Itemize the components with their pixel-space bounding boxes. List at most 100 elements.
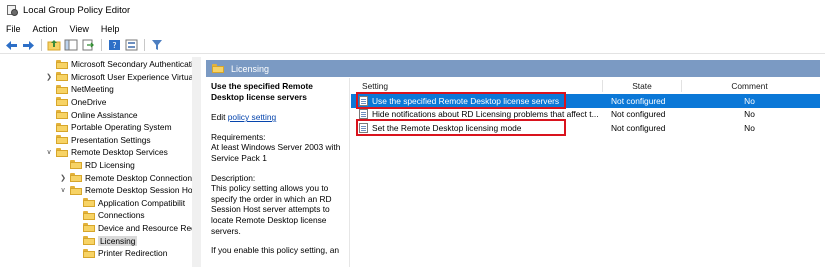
tree-item-label: Online Assistance	[71, 109, 138, 120]
properties-icon[interactable]	[124, 39, 138, 52]
setting-cell: Use the specified Remote Desktop license…	[359, 94, 604, 108]
tree-item-label: Presentation Settings	[71, 134, 151, 145]
setting-cell: Set the Remote Desktop licensing mode	[359, 121, 604, 135]
description-pane: Use the specified Remote Desktop license…	[206, 78, 350, 267]
tree-item[interactable]: Presentation Settings	[45, 134, 151, 146]
expand-chevron-icon[interactable]: ❯	[59, 174, 67, 182]
tree-item[interactable]: ∨ Remote Desktop Session Ho	[59, 184, 193, 196]
folder-icon	[56, 135, 68, 145]
comment-cell: No	[744, 95, 755, 106]
folder-icon	[56, 147, 68, 157]
folder-icon	[70, 160, 82, 170]
tree-item[interactable]: OneDrive	[45, 96, 106, 108]
tree-item[interactable]: Printer Redirection	[72, 247, 167, 259]
tree-item-label: Microsoft User Experience Virtua	[71, 71, 194, 82]
setting-cell: Hide notifications about RD Licensing pr…	[359, 108, 604, 122]
description-label: Description:	[211, 172, 256, 183]
tree-item[interactable]: ❯ Microsoft User Experience Virtua	[45, 71, 193, 83]
folder-icon	[56, 110, 68, 120]
policy-tree: Microsoft Secondary Authenticati ❯ Microso…	[0, 57, 201, 267]
column-header-setting[interactable]: Setting	[362, 78, 602, 93]
settings-list: Setting State Comment Use the specified …	[351, 78, 820, 267]
comment-cell: No	[744, 122, 755, 133]
edit-prefix: Edit	[211, 112, 228, 123]
toolbar-separator	[144, 39, 145, 51]
menu-view[interactable]: View	[70, 24, 89, 34]
requirements-label: Requirements:	[211, 131, 266, 142]
folder-icon	[70, 173, 82, 183]
requirements-text: At least Windows Server 2003 with Servic…	[211, 142, 341, 163]
tree-item[interactable]: RD Licensing	[59, 159, 135, 171]
policy-row[interactable]: Set the Remote Desktop licensing mode Not…	[351, 121, 820, 135]
policy-row[interactable]: Use the specified Remote Desktop license…	[351, 94, 820, 108]
tree-item[interactable]: Portable Operating System	[45, 121, 172, 133]
collapse-chevron-icon[interactable]: ∨	[59, 186, 67, 194]
window-title: Local Group Policy Editor	[23, 4, 131, 16]
title-bar: Local Group Policy Editor	[0, 0, 825, 20]
folder-icon	[70, 185, 82, 195]
tree-item[interactable]: Microsoft Secondary Authenticati	[45, 58, 193, 70]
tree-item-label: Licensing	[98, 235, 138, 246]
state-cell: Not configured	[611, 109, 666, 120]
tree-item[interactable]: Connections	[72, 209, 145, 221]
tree-item[interactable]: Application Compatibilit	[72, 197, 185, 209]
column-header-comment[interactable]: Comment	[682, 78, 817, 93]
policy-setting-icon	[359, 109, 368, 120]
menu-bar: File Action View Help	[0, 21, 131, 36]
tree-item-label: Remote Desktop Session Ho	[85, 185, 193, 196]
tree-item-label: NetMeeting	[71, 84, 114, 95]
policy-setting-icon	[359, 95, 368, 106]
tree-item[interactable]: ∨ Remote Desktop Services	[45, 146, 167, 158]
tree-item-label: Microsoft Secondary Authenticati	[71, 59, 193, 70]
app-window: Local Group Policy Editor File Action Vi…	[0, 0, 825, 267]
toolbar-separator	[101, 39, 102, 51]
export-list-icon[interactable]	[81, 39, 95, 52]
folder-icon	[56, 72, 68, 82]
back-arrow-icon[interactable]	[4, 39, 18, 52]
folder-icon	[83, 223, 95, 233]
up-folder-icon[interactable]	[47, 39, 61, 52]
menu-action[interactable]: Action	[33, 24, 58, 34]
tree-scrollbar[interactable]	[192, 57, 201, 267]
policy-row[interactable]: Hide notifications about RD Licensing pr…	[351, 108, 820, 122]
menu-file[interactable]: File	[6, 24, 21, 34]
folder-icon	[83, 248, 95, 258]
edit-line: Edit policy setting	[211, 112, 344, 123]
tree-item[interactable]: ❯ Remote Desktop Connection	[59, 171, 192, 183]
folder-icon	[56, 59, 68, 69]
state-cell: Not configured	[611, 122, 666, 133]
tree-item[interactable]: NetMeeting	[45, 83, 114, 95]
tree-item-label: Portable Operating System	[71, 122, 172, 133]
tree-item-label: Application Compatibilit	[98, 197, 186, 208]
forward-arrow-icon[interactable]	[21, 39, 35, 52]
folder-icon	[56, 84, 68, 94]
expand-chevron-icon[interactable]: ❯	[45, 73, 53, 81]
tree-item-label: Printer Redirection	[98, 248, 168, 259]
folder-icon	[56, 122, 68, 132]
category-title: Licensing	[231, 63, 270, 74]
tree-item[interactable]: Device and Resource Rec	[72, 222, 195, 234]
tree-item-label: Remote Desktop Connection	[85, 172, 193, 183]
category-header: Licensing	[206, 60, 820, 77]
help-icon[interactable]: ?	[107, 39, 121, 52]
folder-icon	[83, 198, 95, 208]
policy-setting-icon	[359, 122, 368, 133]
tree-item-label: OneDrive	[71, 96, 107, 107]
edit-policy-link[interactable]: policy setting	[228, 112, 276, 122]
comment-cell: No	[744, 109, 755, 120]
tree-item[interactable]: Licensing	[72, 234, 138, 246]
show-hide-tree-icon[interactable]	[64, 39, 78, 52]
group-policy-icon	[6, 4, 18, 16]
tree-item[interactable]: Online Assistance	[45, 108, 138, 120]
toolbar-separator	[41, 39, 42, 51]
tree-item-label: Connections	[98, 210, 145, 221]
setting-name: Use the specified Remote Desktop license…	[372, 95, 560, 106]
filter-icon[interactable]	[150, 39, 164, 52]
toolbar: ?	[0, 37, 825, 54]
tree-item-label: RD Licensing	[85, 159, 135, 170]
tree-item-label: Device and Resource Rec	[98, 222, 196, 233]
collapse-chevron-icon[interactable]: ∨	[45, 148, 53, 156]
description-section: Description: This policy setting allows …	[211, 173, 344, 237]
column-header-state[interactable]: State	[603, 78, 681, 93]
menu-help[interactable]: Help	[101, 24, 120, 34]
